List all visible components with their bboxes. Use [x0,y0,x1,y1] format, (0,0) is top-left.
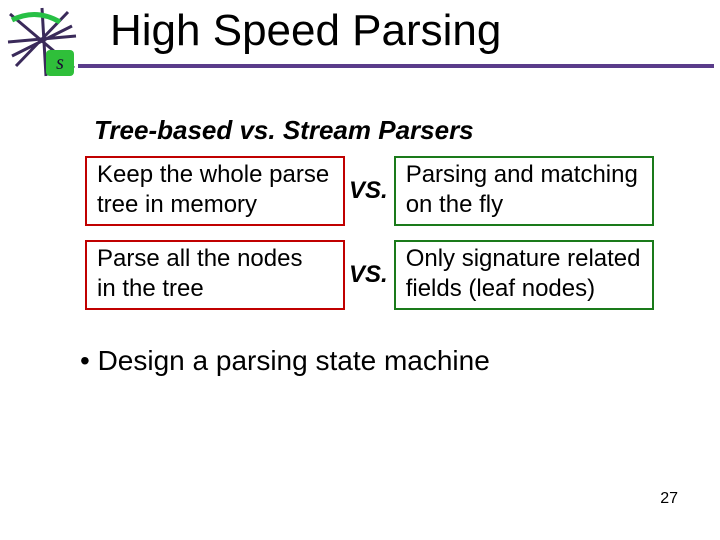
stream-box: Parsing and matching on the fly [394,156,654,226]
slide: s High Speed Parsing Tree-based vs. Stre… [0,0,720,540]
page-number: 27 [660,490,678,508]
box-text-line: Only signature related [406,244,642,274]
box-text-line: on the fly [406,190,642,220]
vs-label: VS. [349,261,388,289]
box-text-line: tree in memory [97,190,333,220]
slide-subtitle: Tree-based vs. Stream Parsers [94,115,474,146]
tree-based-box: Keep the whole parse tree in memory [85,156,345,226]
tree-based-box: Parse all the nodes in the tree [85,240,345,310]
box-text-line: Parsing and matching [406,160,642,190]
comparison-row: Keep the whole parse tree in memory VS. … [85,156,654,226]
svg-text:s: s [56,52,64,74]
vs-label: VS. [349,177,388,205]
box-text-line: Parse all the nodes [97,244,333,274]
logo-icon: s [6,6,78,78]
box-text-line: Keep the whole parse [97,160,333,190]
box-text-line: in the tree [97,274,333,304]
comparison-row: Parse all the nodes in the tree VS. Only… [85,240,654,310]
bullet-point: • Design a parsing state machine [80,345,490,377]
title-underline [78,64,714,68]
stream-box: Only signature related fields (leaf node… [394,240,654,310]
slide-title: High Speed Parsing [110,6,501,56]
box-text-line: fields (leaf nodes) [406,274,642,304]
